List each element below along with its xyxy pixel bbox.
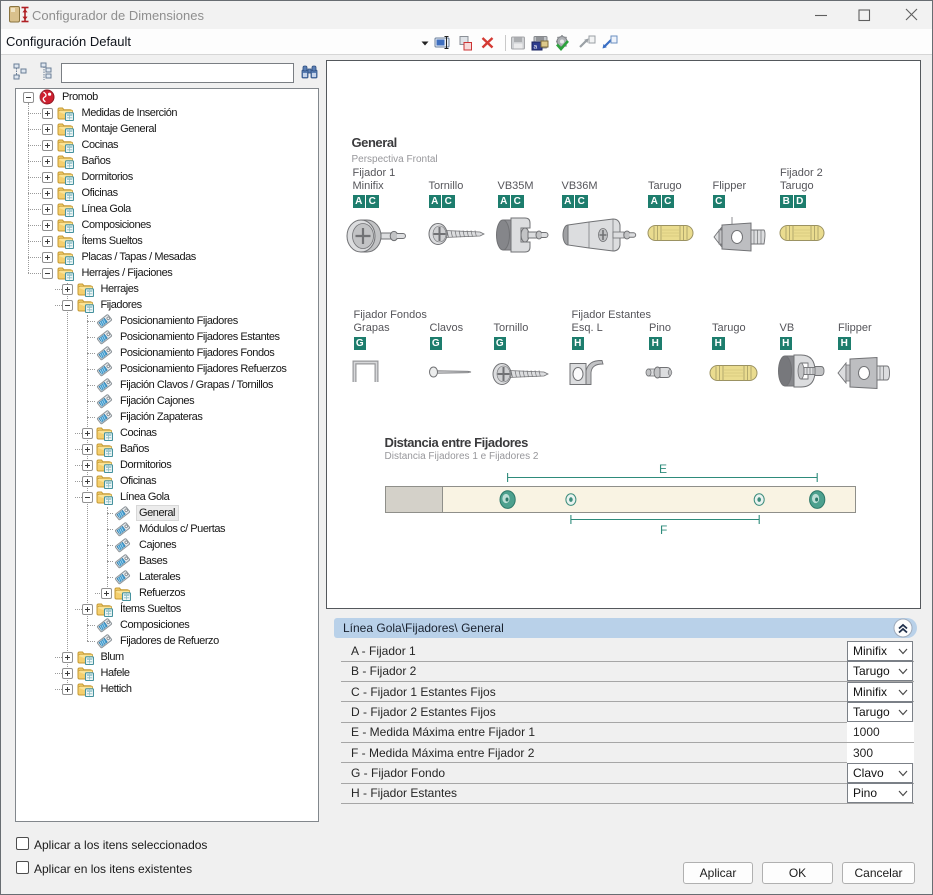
svg-text:a: a <box>534 44 538 51</box>
svg-text:F: F <box>660 523 667 537</box>
svg-text:E: E <box>659 462 667 476</box>
